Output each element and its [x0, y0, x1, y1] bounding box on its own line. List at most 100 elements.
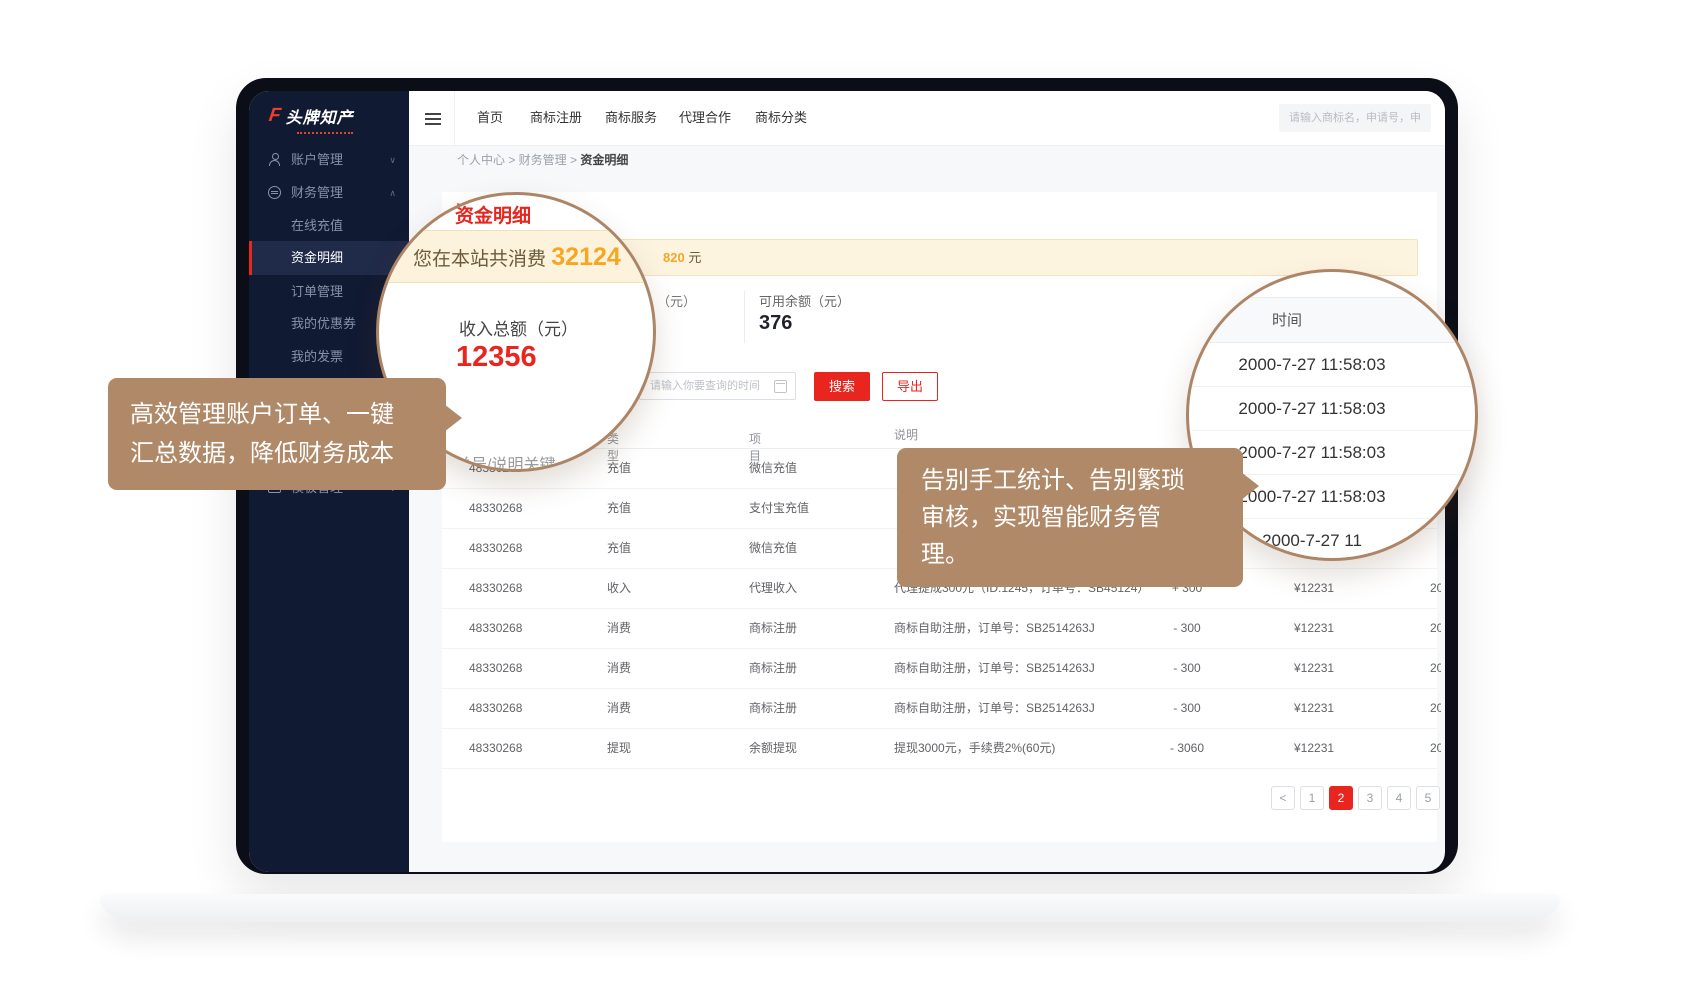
- callout-left: 高效管理账户订单、一键 汇总数据，降低财务成本: [108, 378, 446, 490]
- lens-time-column-header: 时间: [1189, 297, 1475, 343]
- cell-amount: - 300: [1142, 609, 1232, 648]
- date-query-input[interactable]: [639, 372, 796, 400]
- pagination-page-3[interactable]: 3: [1358, 786, 1382, 810]
- cell-desc: 商标自助注册，订单号：SB2514263J: [894, 649, 1184, 688]
- cell-type: 充值: [607, 449, 631, 488]
- cell-type: 充值: [607, 489, 631, 528]
- cell-project: 代理收入: [749, 569, 797, 608]
- banner-amount-value: 820: [663, 250, 685, 265]
- stat-balance-value: 376: [759, 312, 792, 335]
- cell-project: 余额提现: [749, 729, 797, 768]
- sidebar-item-label: 在线充值: [291, 209, 343, 242]
- breadcrumb-current: 资金明细: [580, 153, 628, 167]
- sidebar-item-label: 账户管理: [291, 143, 343, 176]
- lens-banner-text: 您在本站共消费 32124: [413, 231, 621, 284]
- banner-amount-visible: 820 元: [663, 240, 701, 275]
- stat-middle-unit-label: （元）: [657, 291, 696, 310]
- pagination-page-1[interactable]: 1: [1300, 786, 1324, 810]
- sort-caret-icon: ∨: [752, 430, 759, 441]
- sidebar-item-label: 我的优惠券: [291, 307, 356, 340]
- cell-order-no: 48330268: [469, 569, 522, 608]
- cell-order-no: 48330268: [469, 649, 522, 688]
- lens-banner-band: 您在本站共消费 32124: [379, 230, 653, 283]
- cell-order-no: 48330268: [469, 729, 522, 768]
- lens-income-label: 收入总额（元）: [459, 315, 578, 340]
- tab-home[interactable]: 首页: [477, 91, 503, 145]
- pagination-page-2-active[interactable]: 2: [1329, 786, 1353, 810]
- pagination: < 1 2 3 4 5: [1271, 786, 1440, 810]
- lens-income-value: 12356: [456, 341, 537, 374]
- cell-balance: ¥12231: [1294, 689, 1334, 728]
- breadcrumb: 个人中心 > 财务管理 > 资金明细: [457, 145, 628, 175]
- column-desc: 说明: [894, 426, 918, 443]
- cell-balance: ¥12231: [1294, 609, 1334, 648]
- cell-time: 2000-7-27 11:58:03: [1430, 729, 1441, 768]
- lens-partial-keyword-text: 订单号/说明关键: [439, 451, 555, 472]
- cell-amount: - 300: [1142, 689, 1232, 728]
- stat-divider: [744, 291, 745, 343]
- pagination-page-4[interactable]: 4: [1387, 786, 1411, 810]
- cell-project: 商标注册: [749, 649, 797, 688]
- logo-tagline-dots: [297, 132, 353, 134]
- sidebar-item-account[interactable]: 账户管理 ∨: [249, 143, 409, 176]
- sidebar-item-label: 我的发票: [291, 340, 343, 373]
- pagination-prev-button[interactable]: <: [1271, 786, 1295, 810]
- logo-flag-icon: F: [267, 105, 282, 127]
- cell-order-no: 48330268: [469, 609, 522, 648]
- finance-coin-icon: [268, 186, 281, 199]
- topbar: 首页 商标注册 商标服务 代理合作 商标分类: [409, 91, 1445, 146]
- lens-time-cell: 2000-7-27 11:58:03: [1189, 343, 1475, 387]
- cell-balance: ¥12231: [1294, 649, 1334, 688]
- cell-balance: ¥12231: [1294, 729, 1334, 768]
- table-row: 48330268 提现 余额提现 提现3000元，手续费2%(60元) - 30…: [442, 729, 1437, 769]
- sidebar-item-label: 订单管理: [291, 275, 343, 308]
- callout-line: 汇总数据，降低财务成本: [130, 434, 424, 473]
- callout-line: 告别手工统计、告别繁琐: [921, 462, 1219, 499]
- logo: F 头牌知产: [269, 104, 354, 128]
- sidebar-item-finance[interactable]: 财务管理 ∧: [249, 176, 409, 209]
- stage: F 头牌知产 账户管理 ∨ 财务管理 ∧ 在线充值 资金明细 订单管理: [0, 0, 1696, 1002]
- table-row: 48330268 消费 商标注册 商标自助注册，订单号：SB2514263J -…: [442, 689, 1437, 729]
- cell-desc: 提现3000元，手续费2%(60元): [894, 729, 1184, 768]
- cell-type: 充值: [607, 529, 631, 568]
- tab-agent-cooperation[interactable]: 代理合作: [679, 91, 731, 145]
- chevron-up-icon: ∧: [389, 177, 396, 210]
- breadcrumb-path[interactable]: 个人中心 > 财务管理 >: [457, 153, 580, 167]
- sidebar-item-label: 财务管理: [291, 176, 343, 209]
- lens-banner-prefix: 您在本站共消费: [413, 249, 551, 270]
- pagination-page-5[interactable]: 5: [1416, 786, 1440, 810]
- callout-line: 审核，实现智能财务管: [921, 499, 1219, 536]
- chevron-down-icon: ∨: [389, 144, 396, 177]
- cell-order-no: 48330268: [469, 689, 522, 728]
- search-button[interactable]: 搜索: [814, 372, 870, 401]
- cell-balance: ¥12231: [1294, 569, 1334, 608]
- callout-arrow-icon: [1241, 472, 1259, 500]
- tab-trademark-register[interactable]: 商标注册: [530, 91, 582, 145]
- tab-trademark-classify[interactable]: 商标分类: [755, 91, 807, 145]
- calendar-icon[interactable]: [774, 380, 787, 393]
- cell-desc: 商标自助注册，订单号：SB2514263J: [894, 609, 1184, 648]
- brand-name: 头牌知产: [286, 104, 354, 128]
- cell-type: 提现: [607, 729, 631, 768]
- global-search-input[interactable]: [1279, 104, 1431, 132]
- lens-time-cell: 2000-7-27 11:58:03: [1189, 387, 1475, 431]
- cell-amount: - 300: [1142, 649, 1232, 688]
- sidebar-item-label: 资金明细: [291, 241, 343, 275]
- cell-time: 2000-7-27 11:58:03: [1430, 689, 1441, 728]
- callout-line: 高效管理账户订单、一键: [130, 395, 424, 434]
- callout-right: 告别手工统计、告别繁琐 审核，实现智能财务管 理。: [897, 448, 1243, 587]
- banner-amount-unit: 元: [685, 250, 702, 265]
- cell-project: 商标注册: [749, 609, 797, 648]
- cell-type: 消费: [607, 649, 631, 688]
- cell-project: 微信充值: [749, 449, 797, 488]
- tab-trademark-service[interactable]: 商标服务: [605, 91, 657, 145]
- cell-project: 微信充值: [749, 529, 797, 568]
- cell-type: 收入: [607, 569, 631, 608]
- cell-amount: - 3060: [1142, 729, 1232, 768]
- cell-type: 消费: [607, 689, 631, 728]
- callout-line: 理。: [921, 536, 1219, 573]
- cell-order-no: 48330268: [469, 489, 522, 528]
- cell-project: 商标注册: [749, 689, 797, 728]
- hamburger-menu-icon[interactable]: [425, 113, 441, 115]
- export-button[interactable]: 导出: [882, 372, 938, 401]
